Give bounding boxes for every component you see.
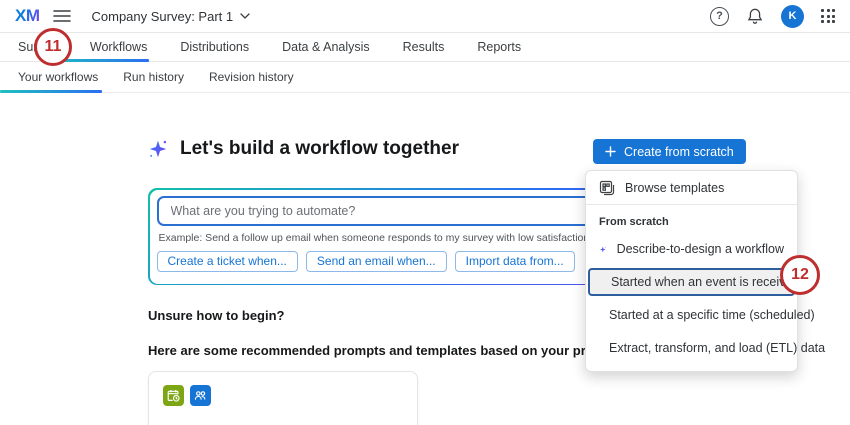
create-from-scratch-button[interactable]: Create from scratch — [593, 139, 746, 164]
tab-results[interactable]: Results — [403, 33, 445, 61]
chip-create-ticket[interactable]: Create a ticket when... — [157, 251, 298, 272]
notifications-bell-icon[interactable] — [746, 7, 764, 25]
user-avatar[interactable]: K — [781, 5, 804, 28]
recommended-template-card[interactable] — [148, 371, 418, 425]
schedule-icon — [163, 385, 184, 406]
menu-item-describe-to-design[interactable]: Describe-to-design a workflow — [586, 234, 797, 264]
secondary-nav: Your workflows Run history Revision hist… — [0, 62, 850, 93]
project-title-dropdown[interactable]: Company Survey: Part 1 — [92, 9, 251, 24]
menu-item-etl[interactable]: Extract, transform, and load (ETL) data — [586, 333, 797, 363]
sparkle-icon — [147, 138, 169, 160]
browse-templates-label: Browse templates — [625, 181, 724, 195]
page-title: Let's build a workflow together — [180, 138, 459, 160]
tab-your-workflows[interactable]: Your workflows — [18, 62, 98, 92]
menu-item-browse-templates[interactable]: Browse templates — [586, 171, 797, 204]
plus-icon — [605, 146, 616, 157]
tab-workflows[interactable]: Workflows — [90, 33, 147, 61]
annotation-step-11: 11 — [34, 28, 72, 66]
menu-section-label: From scratch — [586, 205, 797, 231]
chip-import-data[interactable]: Import data from... — [455, 251, 575, 272]
hamburger-menu-icon[interactable] — [53, 9, 71, 23]
scheduled-label: Started at a specific time (scheduled) — [609, 308, 815, 322]
tab-reports[interactable]: Reports — [477, 33, 521, 61]
people-icon — [190, 385, 211, 406]
templates-icon — [599, 180, 615, 196]
chip-send-email[interactable]: Send an email when... — [306, 251, 447, 272]
primary-nav: Survey Workflows Distributions Data & An… — [0, 33, 850, 62]
project-title: Company Survey: Part 1 — [92, 9, 234, 24]
tab-data-analysis[interactable]: Data & Analysis — [282, 33, 370, 61]
describe-to-design-label: Describe-to-design a workflow — [617, 242, 784, 256]
workflow-heading-row: Let's build a workflow together — [147, 138, 459, 160]
create-workflow-menu: Browse templates From scratch Describe-t… — [585, 170, 798, 372]
app-switcher-icon[interactable] — [821, 9, 835, 23]
annotation-step-12: 12 — [780, 255, 820, 295]
xm-logo: XM — [15, 6, 40, 26]
chevron-down-icon — [240, 13, 250, 19]
unsure-heading: Unsure how to begin? — [148, 308, 285, 323]
event-received-label: Started when an event is received — [611, 275, 799, 289]
sparkle-icon — [599, 242, 607, 257]
tab-run-history[interactable]: Run history — [123, 62, 184, 92]
help-icon[interactable]: ? — [710, 7, 729, 26]
create-from-scratch-label: Create from scratch — [624, 145, 734, 159]
recommendation-text: Here are some recommended prompts and te… — [148, 343, 616, 358]
etl-label: Extract, transform, and load (ETL) data — [609, 341, 825, 355]
topbar: XM Company Survey: Part 1 ? K — [0, 0, 850, 33]
topbar-actions: ? K — [710, 5, 835, 28]
tab-distributions[interactable]: Distributions — [180, 33, 249, 61]
menu-item-event-received[interactable]: Started when an event is received — [588, 268, 795, 296]
menu-item-scheduled[interactable]: Started at a specific time (scheduled) — [586, 300, 797, 330]
tab-revision-history[interactable]: Revision history — [209, 62, 294, 92]
